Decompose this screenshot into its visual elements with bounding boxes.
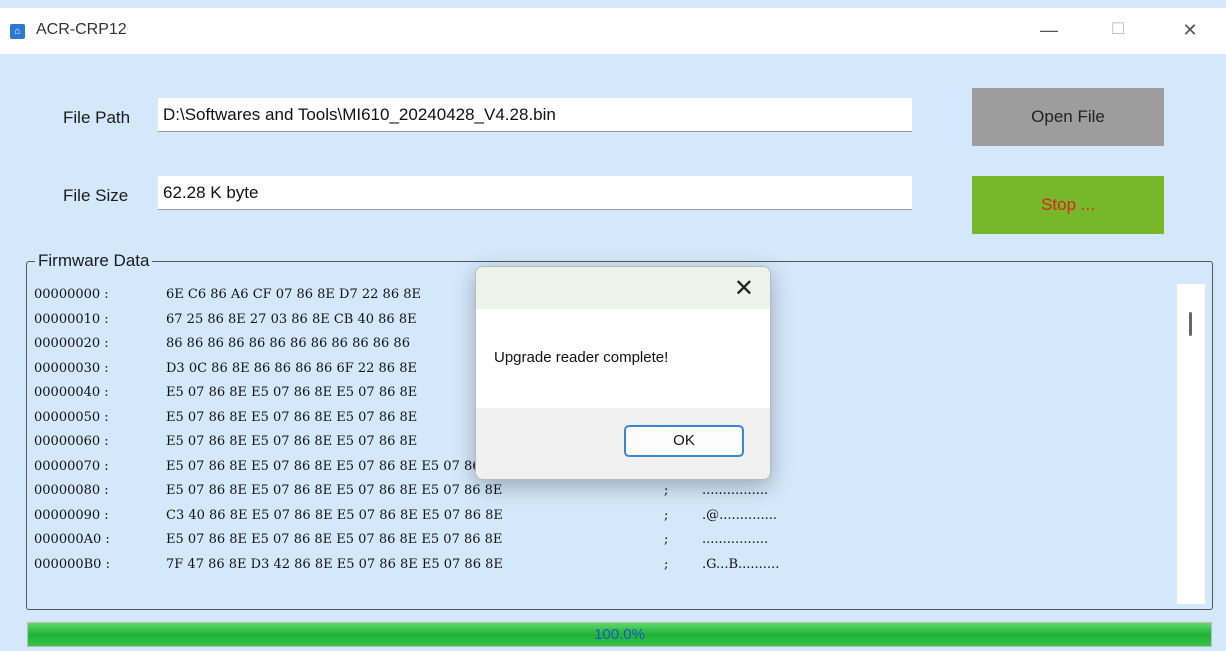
file-path-field[interactable]: D:\Softwares and Tools\MI610_20240428_V4…: [158, 98, 912, 132]
progress-bar: 100.0%: [27, 622, 1212, 647]
hex-ascii: ................: [702, 483, 769, 498]
minimize-icon[interactable]: —: [1034, 18, 1064, 42]
hex-addr: 00000060 :: [34, 434, 109, 449]
hex-bytes: D3 0C 86 8E 86 86 86 86 6F 22 86 8E: [166, 360, 417, 376]
hex-addr: 00000070 :: [34, 458, 109, 474]
hex-colon: ;: [664, 532, 669, 547]
maximize-icon[interactable]: ☐: [1103, 18, 1133, 42]
stop-button[interactable]: Stop ...: [972, 176, 1164, 234]
title-bar: ⌂ ACR-CRP12 — ☐ ✕: [0, 8, 1226, 54]
hex-bytes: 7F 47 86 8E D3 42 86 8E E5 07 86 8E E5 0…: [166, 556, 503, 572]
hex-addr: 00000000 :: [34, 287, 109, 302]
open-file-button[interactable]: Open File: [972, 88, 1164, 146]
ok-button[interactable]: OK: [624, 425, 744, 457]
hex-addr: 00000020 :: [34, 336, 109, 351]
hex-colon: ;: [664, 556, 669, 572]
dialog-message: Upgrade reader complete!: [494, 349, 669, 366]
hex-bytes: E5 07 86 8E E5 07 86 8E E5 07 86 8E E5 0…: [166, 483, 503, 498]
hex-bytes: E5 07 86 8E E5 07 86 8E E5 07 86 8E: [166, 434, 418, 449]
message-dialog: ✕ Upgrade reader complete! OK: [475, 266, 771, 480]
dialog-close-icon[interactable]: ✕: [734, 274, 754, 303]
dialog-header: ✕: [476, 267, 770, 309]
hex-ascii: .@..............: [702, 507, 777, 523]
hex-bytes: 67 25 86 8E 27 03 86 8E CB 40 86 8E: [166, 311, 417, 327]
close-icon[interactable]: ✕: [1175, 18, 1205, 42]
vertical-scrollbar[interactable]: [1177, 284, 1205, 604]
progress-text: 100.0%: [594, 626, 645, 643]
firmware-data-title: Firmware Data: [35, 251, 153, 271]
hex-addr: 00000030 :: [34, 360, 109, 376]
hex-bytes: E5 07 86 8E E5 07 86 8E E5 07 86 8E E5 0…: [166, 458, 503, 474]
file-size-label: File Size: [63, 186, 129, 205]
hex-addr: 00000040 :: [34, 385, 109, 400]
hex-addr: 00000090 :: [34, 507, 109, 523]
hex-bytes: 6E C6 86 A6 CF 07 86 8E D7 22 86 8E: [166, 287, 421, 302]
hex-addr: 00000010 :: [34, 311, 109, 327]
hex-addr: 000000A0 :: [34, 532, 110, 547]
hex-bytes: E5 07 86 8E E5 07 86 8E E5 07 86 8E: [166, 409, 418, 425]
hex-colon: ;: [664, 483, 669, 498]
hex-bytes: E5 07 86 8E E5 07 86 8E E5 07 86 8E E5 0…: [166, 532, 503, 547]
main-window: ⌂ ACR-CRP12 — ☐ ✕ File Path D:\Softwares…: [0, 0, 1226, 651]
app-icon: ⌂: [10, 24, 25, 39]
hex-colon: ;: [664, 507, 669, 523]
hex-bytes: C3 40 86 8E E5 07 86 8E E5 07 86 8E E5 0…: [166, 507, 503, 523]
hex-ascii: .G...B..........: [702, 556, 780, 572]
hex-addr: 000000B0 :: [34, 556, 110, 572]
file-size-field[interactable]: 62.28 K byte: [158, 176, 912, 210]
hex-addr: 00000050 :: [34, 409, 109, 425]
hex-bytes: 86 86 86 86 86 86 86 86 86 86 86 86: [166, 336, 410, 351]
hex-ascii: ................: [702, 532, 769, 547]
window-title: ACR-CRP12: [36, 21, 127, 38]
file-path-label: File Path: [63, 108, 131, 127]
hex-bytes: E5 07 86 8E E5 07 86 8E E5 07 86 8E: [166, 385, 418, 400]
scroll-thumb[interactable]: [1189, 312, 1192, 336]
hex-addr: 00000080 :: [34, 483, 109, 498]
